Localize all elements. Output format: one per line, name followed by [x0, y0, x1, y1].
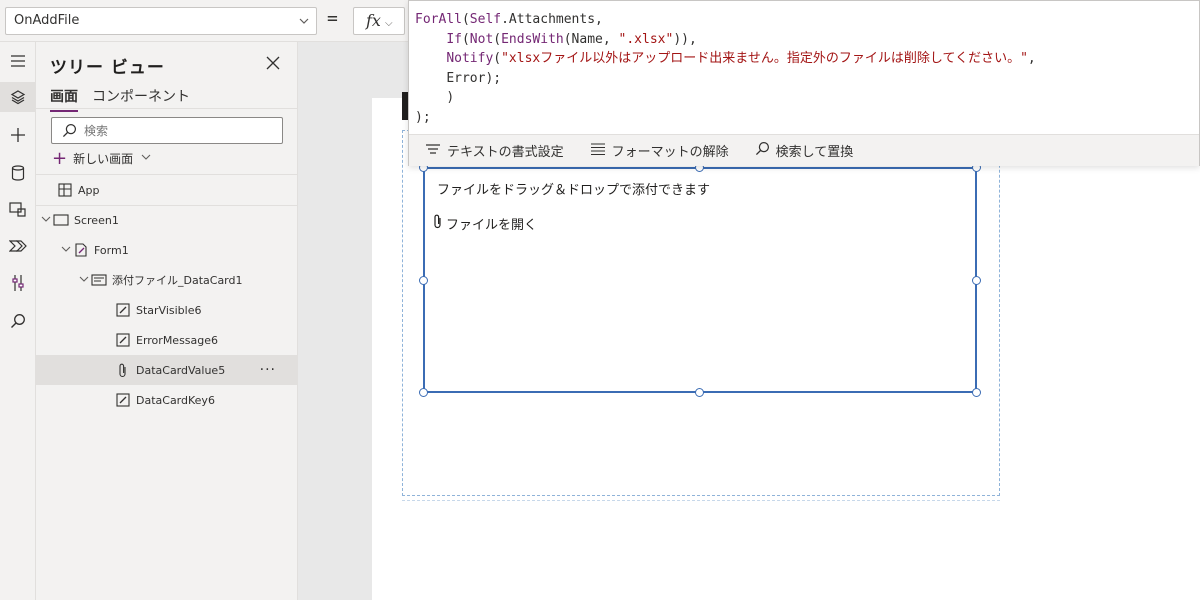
- equals-sign: =: [327, 8, 338, 29]
- tree-item-form1[interactable]: Form1: [36, 235, 298, 265]
- more-options-icon[interactable]: ···: [260, 362, 276, 378]
- left-rail: [0, 42, 36, 600]
- close-icon[interactable]: [265, 55, 281, 71]
- code-token: EndsWith: [501, 31, 564, 47]
- app-icon: [56, 182, 74, 198]
- search-icon: [62, 123, 77, 142]
- code-token: .Attachments,: [501, 12, 603, 27]
- tree-item-datacardvalue[interactable]: DataCardValue5 ···: [36, 355, 298, 385]
- tree-item-datacard[interactable]: 添付ファイル_DataCard1: [36, 265, 298, 295]
- screen-icon: [52, 212, 70, 228]
- resize-handle[interactable]: [695, 388, 704, 397]
- code-token: If: [446, 31, 462, 47]
- find-replace-button[interactable]: 検索して置換: [755, 141, 854, 160]
- search-icon: [755, 141, 770, 160]
- code-token: (: [461, 31, 470, 47]
- chevron-down-icon: ⌵: [384, 18, 393, 29]
- code-token: (Name,: [563, 31, 619, 47]
- search-input[interactable]: [84, 121, 274, 140]
- tree-item-label: DataCardKey6: [136, 393, 215, 407]
- plus-icon: +: [52, 147, 68, 169]
- tree-item-screen1[interactable]: Screen1: [36, 205, 298, 235]
- code-token: ,: [1027, 51, 1036, 66]
- new-screen-button[interactable]: + 新しい画面: [52, 147, 151, 169]
- open-file-label: ファイルを開く: [446, 217, 538, 233]
- insert-plus-icon[interactable]: [0, 120, 36, 150]
- tree-view-panel: ツリー ビュー 画面 コンポーネント + 新しい画面 App Sc: [36, 42, 298, 600]
- resize-handle[interactable]: [972, 388, 981, 397]
- property-dropdown[interactable]: OnAddFile: [5, 7, 317, 35]
- tree-item-errormessage[interactable]: ErrorMessage6: [36, 325, 298, 355]
- tree-view-title: ツリー ビュー: [50, 58, 165, 78]
- code-token: (: [493, 31, 502, 47]
- label-edit-icon: [114, 332, 132, 348]
- formula-code[interactable]: ForAll(Self.Attachments, If(Not(EndsWith…: [415, 10, 1036, 127]
- code-token: Not: [469, 31, 494, 47]
- code-token: Error);: [446, 70, 502, 86]
- tree-item-label: 添付ファイル_DataCard1: [112, 274, 243, 287]
- chevron-down-icon[interactable]: [40, 215, 52, 226]
- tree-item-label: App: [78, 183, 100, 197]
- code-token: Self: [469, 12, 502, 27]
- format-text-label: テキストの書式設定: [447, 145, 564, 160]
- tree-item-label: ErrorMessage6: [136, 333, 219, 347]
- tree-item-label: DataCardValue5: [136, 363, 226, 377]
- tree-item-starvisible[interactable]: StarVisible6: [36, 295, 298, 325]
- fx-button[interactable]: fx ⌵: [353, 7, 405, 35]
- open-file-link[interactable]: ファイルを開く: [433, 213, 537, 233]
- divider: [36, 108, 298, 109]
- code-token: ".xlsx": [618, 31, 674, 47]
- chevron-down-icon: [141, 153, 151, 164]
- drop-hint-text: ファイルをドラッグ＆ドロップで添付できます: [437, 183, 711, 198]
- resize-handle[interactable]: [419, 276, 428, 285]
- remove-format-label: フォーマットの解除: [611, 145, 729, 160]
- format-text-button[interactable]: テキストの書式設定: [425, 141, 564, 160]
- tree-item-label: Form1: [94, 243, 129, 257]
- attachment-control[interactable]: ファイルをドラッグ＆ドロップで添付できます ファイルを開く: [423, 167, 977, 393]
- code-token: );: [415, 109, 431, 125]
- paperclip-icon: [114, 362, 132, 378]
- code-token: )),: [673, 31, 697, 47]
- lines-icon: [590, 142, 606, 159]
- remove-format-button[interactable]: フォーマットの解除: [590, 141, 729, 160]
- media-icon[interactable]: [0, 194, 36, 224]
- tree-item-app[interactable]: App: [36, 175, 298, 205]
- formula-editor[interactable]: ForAll(Self.Attachments, If(Not(EndsWith…: [408, 0, 1200, 166]
- datacard-icon: [90, 272, 108, 288]
- datacard-outline-bottom: [402, 500, 1000, 501]
- tree-search-box[interactable]: [51, 117, 283, 144]
- chevron-down-icon: [298, 8, 310, 44]
- property-dropdown-value: OnAddFile: [14, 13, 80, 28]
- power-automate-icon[interactable]: [0, 231, 36, 261]
- label-edit-icon: [114, 302, 132, 318]
- find-replace-label: 検索して置換: [775, 145, 854, 160]
- code-token: ): [446, 90, 455, 105]
- hamburger-menu-icon[interactable]: [0, 46, 36, 76]
- code-token: (: [461, 12, 470, 27]
- layers-icon[interactable]: [0, 82, 36, 112]
- label-edit-icon: [114, 392, 132, 408]
- new-screen-label: 新しい画面: [73, 152, 134, 166]
- resize-handle[interactable]: [419, 388, 428, 397]
- code-token: "xlsxファイル以外はアップロード出来ません。指定外のファイルは削除してくださ…: [501, 51, 1028, 66]
- paperclip-icon: [433, 213, 443, 233]
- edit-form-icon: [72, 242, 90, 258]
- resize-handle[interactable]: [972, 276, 981, 285]
- code-token: (: [493, 51, 502, 66]
- advanced-tools-icon[interactable]: [0, 268, 36, 298]
- formula-toolbar: テキストの書式設定 フォーマットの解除 検索して置換: [409, 134, 1199, 166]
- code-token: ForAll: [415, 12, 462, 27]
- code-token: Notify: [446, 51, 494, 66]
- tree-item-label: StarVisible6: [136, 303, 202, 317]
- fx-label: fx: [366, 11, 381, 30]
- format-text-icon: [425, 143, 441, 159]
- tree-item-datacardkey[interactable]: DataCardKey6: [36, 385, 298, 415]
- chevron-down-icon[interactable]: [78, 275, 90, 286]
- tree-item-label: Screen1: [74, 213, 119, 227]
- chevron-down-icon[interactable]: [60, 245, 72, 256]
- data-cylinder-icon[interactable]: [0, 158, 36, 188]
- search-icon[interactable]: [0, 306, 36, 336]
